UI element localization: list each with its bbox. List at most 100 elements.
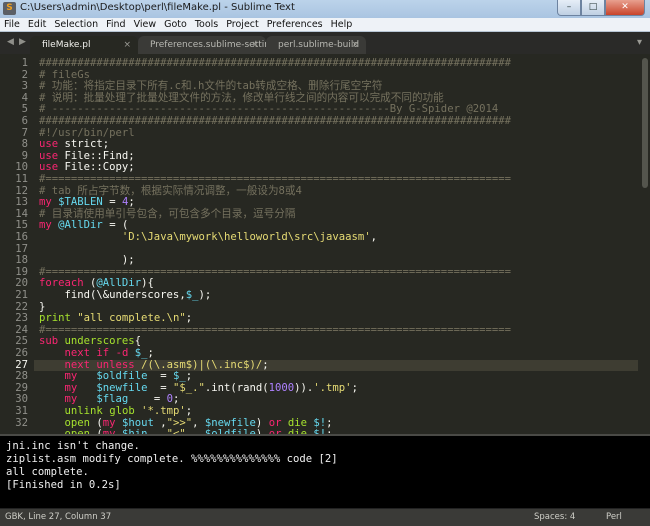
tab-nav-right-icon[interactable]: ▶ bbox=[19, 37, 26, 47]
code-token: my bbox=[39, 219, 52, 232]
menu-file[interactable]: File bbox=[0, 18, 24, 31]
output-line: jni.inc isn't change. bbox=[6, 440, 140, 452]
minimize-button[interactable]: – bbox=[557, 0, 581, 16]
code-token: glob bbox=[109, 405, 135, 417]
code-line: find(\&underscores,$_); bbox=[39, 289, 212, 302]
code-token: $hout bbox=[121, 416, 154, 429]
tab-close-icon[interactable]: × bbox=[251, 36, 259, 54]
code-token: = bbox=[147, 370, 173, 383]
code-token: ; bbox=[147, 347, 154, 359]
code-token: '.tmp' bbox=[313, 381, 352, 394]
code-token: ( bbox=[90, 416, 103, 429]
menu-view[interactable]: View bbox=[130, 18, 161, 31]
code-token: ); bbox=[198, 289, 212, 301]
code-token: find(\&underscores, bbox=[39, 289, 186, 301]
code-token: my bbox=[64, 370, 78, 383]
code-line: ########################################… bbox=[39, 57, 511, 70]
code-token: "$_." bbox=[172, 381, 205, 394]
menu-tools[interactable]: Tools bbox=[191, 18, 222, 31]
menu-goto[interactable]: Goto bbox=[160, 18, 191, 31]
code-token: unlink bbox=[64, 405, 103, 417]
code-token: #!/usr/bin/perl bbox=[39, 126, 135, 139]
tab-perl-build[interactable]: perl.sublime-build × bbox=[266, 36, 366, 54]
menu-bar: File Edit Selection Find View Goto Tools… bbox=[0, 18, 650, 32]
code-token: $flag bbox=[96, 393, 129, 406]
code-token: 1000 bbox=[268, 381, 295, 394]
code-token: -d bbox=[115, 347, 129, 359]
status-indentation[interactable]: Spaces: 4 bbox=[534, 512, 575, 522]
line-number: 26 bbox=[15, 347, 28, 359]
menu-selection[interactable]: Selection bbox=[50, 18, 102, 31]
code-token: ; bbox=[128, 196, 135, 209]
editor-scrollbar[interactable] bbox=[642, 58, 648, 188]
tab-close-icon[interactable]: × bbox=[123, 36, 131, 54]
code-token: open bbox=[64, 416, 91, 429]
code-token: = bbox=[128, 393, 167, 406]
tabs-menu-icon[interactable]: ▾ bbox=[637, 37, 642, 48]
code-token: my bbox=[64, 393, 78, 406]
code-token: 'D:\Java\mywork\helloworld\src\javaasm' bbox=[121, 231, 371, 243]
code-editor[interactable]: 1 2 3 4 5 6 7 8 9 10 11 12 13 14 15 16 17 18 19 20 21 22 23 24 2… bbox=[0, 54, 650, 434]
code-token: # fileGs bbox=[39, 68, 91, 81]
code-token: strict; bbox=[58, 138, 110, 151]
menu-help[interactable]: Help bbox=[327, 18, 357, 31]
code-token: underscores bbox=[64, 335, 135, 348]
code-token: $_ bbox=[185, 289, 199, 301]
output-line: ziplist.asm modify complete. %%%%%%%%%%%… bbox=[6, 453, 338, 465]
menu-project[interactable]: Project bbox=[222, 18, 263, 31]
code-token: ; bbox=[185, 405, 193, 417]
code-token: = bbox=[147, 381, 173, 394]
code-token: , bbox=[370, 231, 378, 243]
code-token: next if bbox=[64, 347, 110, 359]
code-token: @AllDir bbox=[58, 219, 103, 232]
maximize-button[interactable]: □ bbox=[581, 0, 605, 16]
line-number-gutter: 1 2 3 4 5 6 7 8 9 10 11 12 13 14 15 16 17 18 19 20 21 22 23 24 2… bbox=[0, 54, 34, 434]
status-syntax[interactable]: Perl bbox=[606, 512, 622, 522]
code-area[interactable]: ########################################… bbox=[39, 54, 639, 434]
tab-close-icon[interactable]: × bbox=[351, 36, 359, 54]
code-token: # 目录请使用单引号包含，可包含多个目录，逗号分隔 bbox=[39, 207, 296, 220]
status-encoding-position: GBK, Line 27, Column 37 bbox=[5, 512, 112, 522]
menu-edit[interactable]: Edit bbox=[24, 18, 50, 31]
code-token: ) bbox=[255, 416, 269, 429]
line-number: 21 bbox=[15, 289, 28, 301]
code-token: my bbox=[102, 416, 116, 429]
line-number: 16 bbox=[15, 231, 28, 243]
code-token: my bbox=[39, 196, 52, 209]
tab-preferences[interactable]: Preferences.sublime-settings × bbox=[138, 36, 280, 54]
code-token: '*.tmp' bbox=[141, 405, 186, 417]
code-token: or bbox=[268, 416, 282, 429]
code-token: $_ bbox=[134, 347, 148, 359]
code-token: , bbox=[192, 416, 205, 429]
code-token: ; bbox=[262, 358, 269, 371]
code-line: 'D:\Java\mywork\helloworld\src\javaasm', bbox=[39, 231, 378, 244]
code-token: , bbox=[153, 416, 167, 429]
menu-preferences[interactable]: Preferences bbox=[263, 18, 327, 31]
code-token: } bbox=[39, 300, 46, 313]
tab-nav-left-icon[interactable]: ◀ bbox=[7, 37, 14, 47]
code-token: $newfile bbox=[204, 416, 256, 429]
code-token: #=======================================… bbox=[39, 265, 511, 278]
code-token: $TABLEN bbox=[58, 196, 103, 209]
code-token: use bbox=[39, 161, 59, 174]
code-token: $! bbox=[313, 416, 327, 429]
line-number: 31 bbox=[15, 405, 28, 417]
code-token: ">>" bbox=[166, 416, 193, 429]
tab-filemake[interactable]: fileMake.pl × bbox=[30, 36, 138, 54]
code-token: ; bbox=[185, 370, 193, 383]
code-token: ; bbox=[185, 312, 193, 325]
code-token: # --------------------------------------… bbox=[39, 103, 499, 116]
menu-find[interactable]: Find bbox=[102, 18, 129, 31]
code-token: #=======================================… bbox=[39, 173, 511, 185]
code-token: sub bbox=[39, 335, 59, 348]
close-button[interactable]: ✕ bbox=[605, 0, 645, 16]
code-token: ; bbox=[351, 381, 358, 394]
